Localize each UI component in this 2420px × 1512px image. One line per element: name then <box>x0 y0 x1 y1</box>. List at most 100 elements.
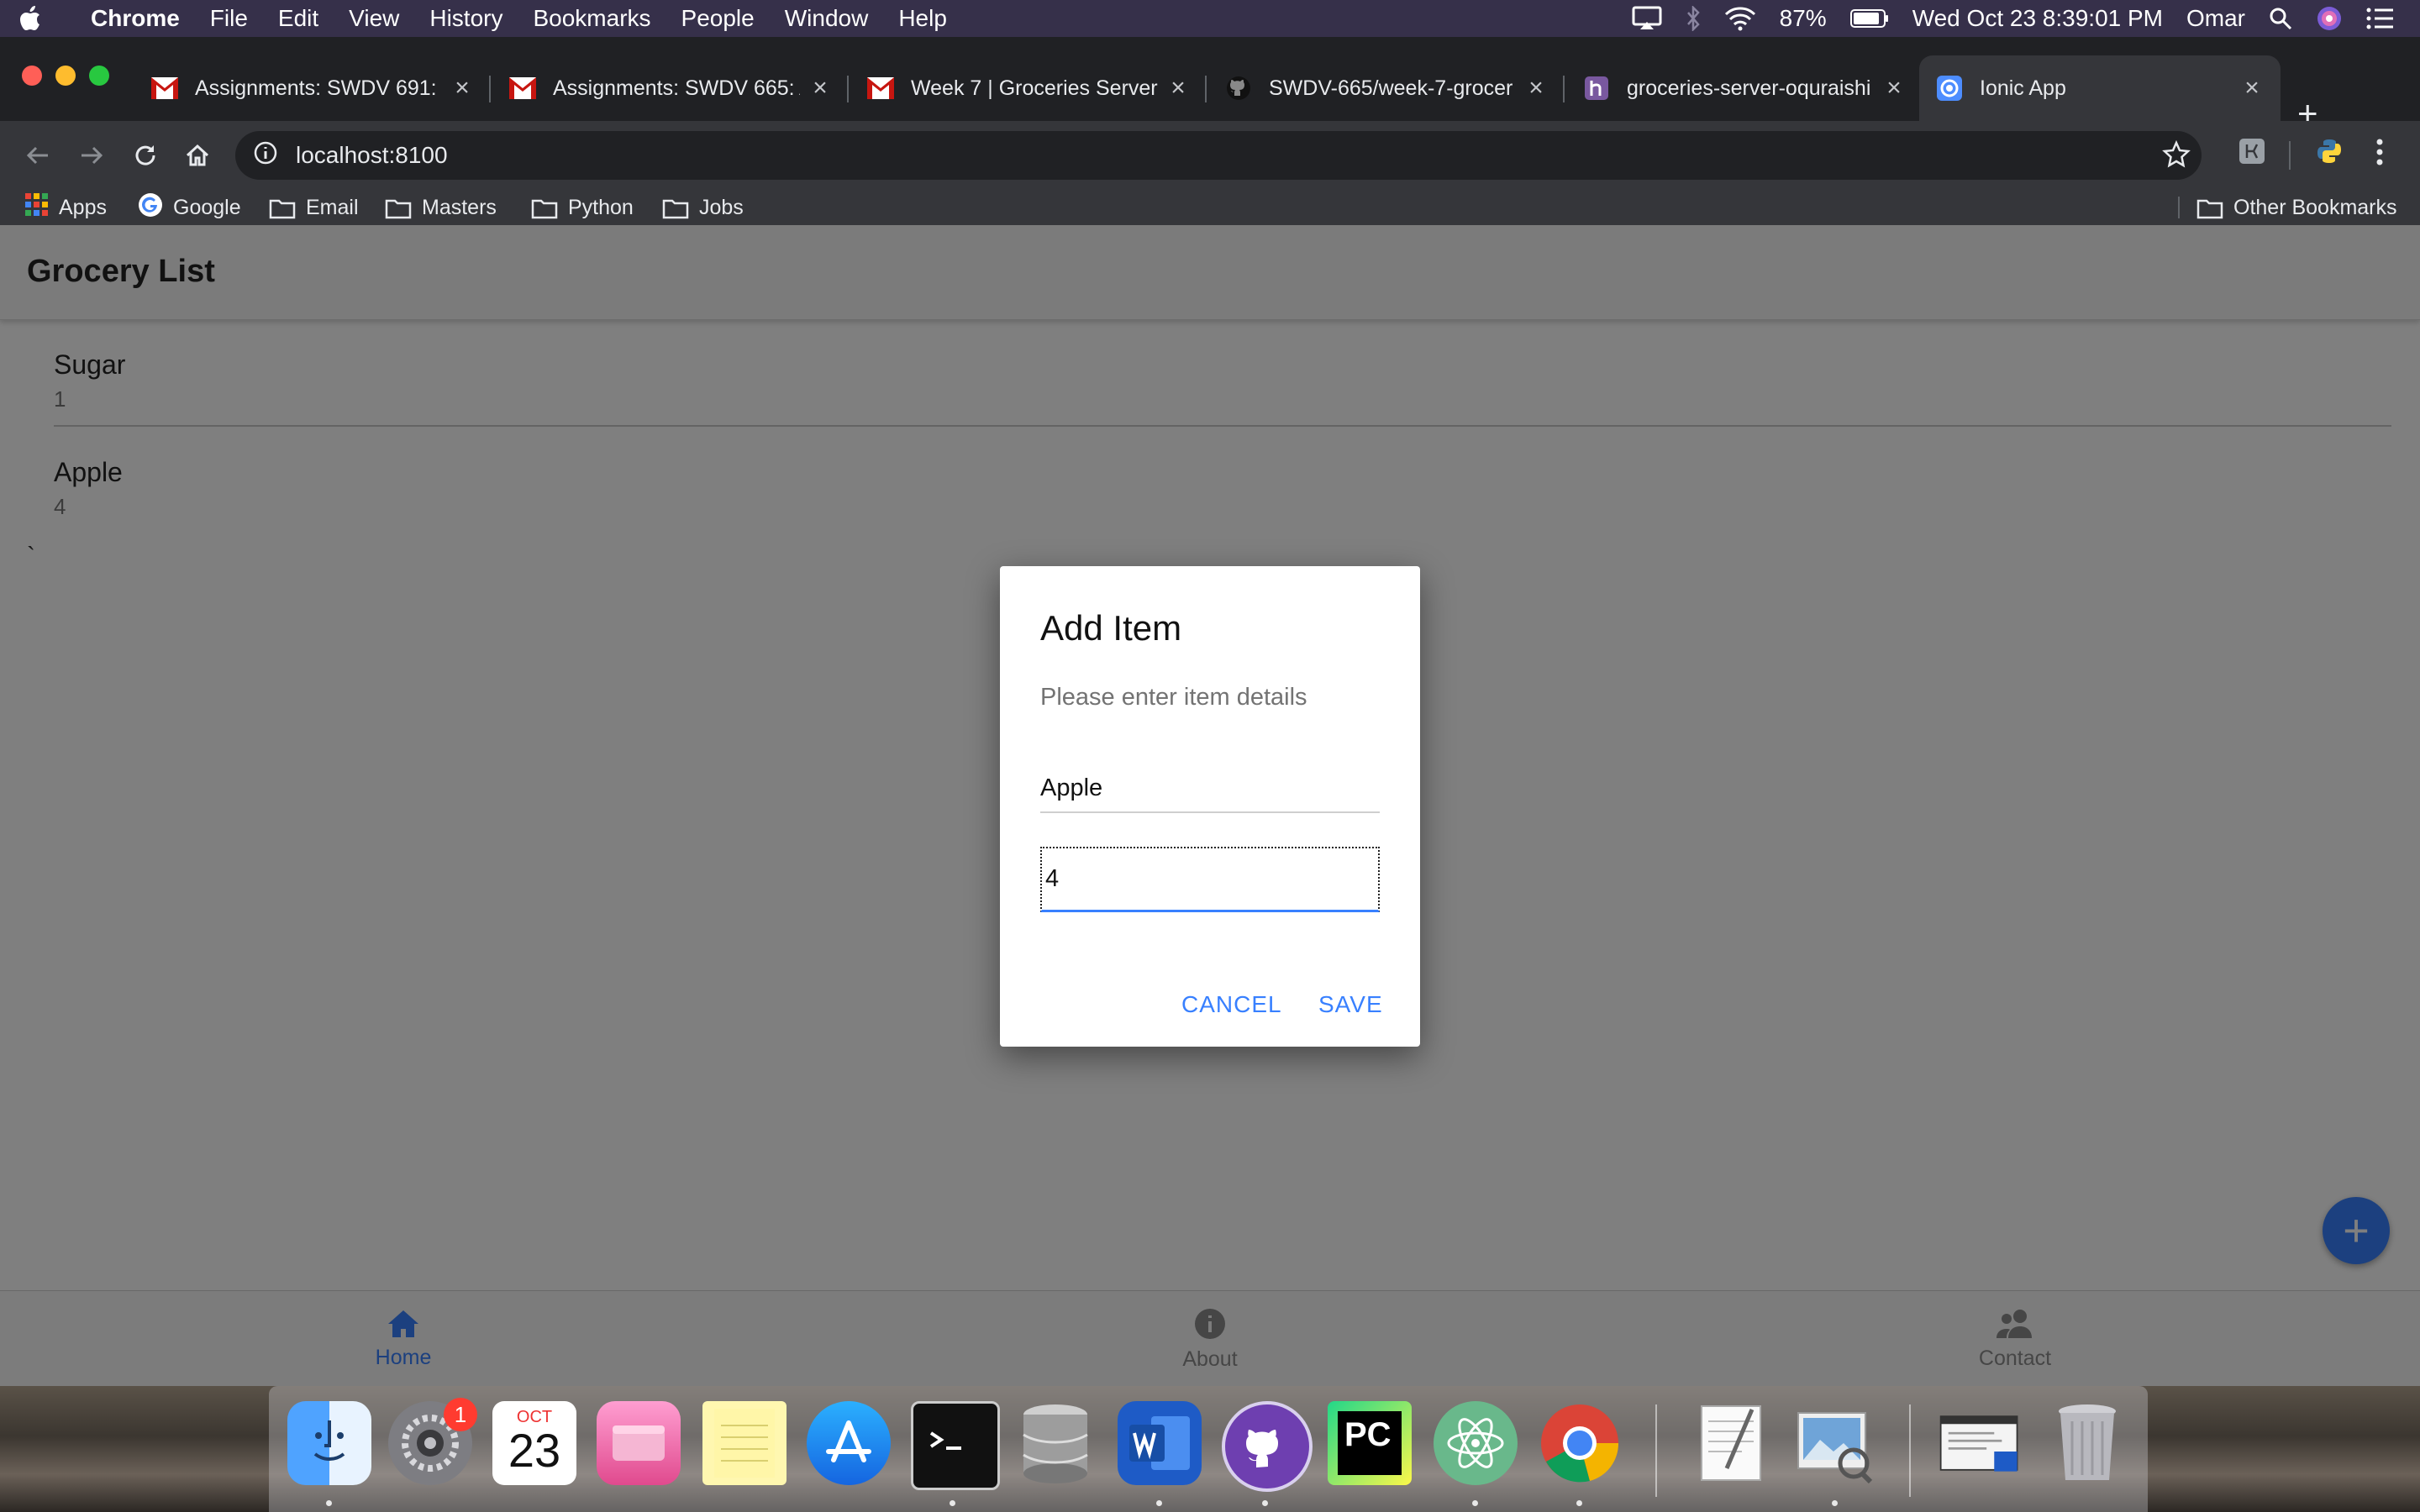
close-tab-icon[interactable]: × <box>808 74 832 102</box>
textedit-icon[interactable] <box>1689 1401 1773 1485</box>
bookmark-other-bookmarks[interactable]: Other Bookmarks <box>2196 190 2397 225</box>
bookmark-jobs[interactable]: Jobs <box>662 190 744 225</box>
bookmark-label: Email <box>306 195 359 219</box>
battery-icon[interactable] <box>1849 8 1889 29</box>
github-icon <box>1225 75 1252 102</box>
close-window-button[interactable] <box>22 66 42 86</box>
site-info-icon[interactable] <box>254 141 277 171</box>
bookmark-google[interactable]: Google <box>138 190 241 225</box>
bookmark-email[interactable]: Email <box>269 190 359 225</box>
menu-bookmarks[interactable]: Bookmarks <box>533 5 650 32</box>
tab-title: Assignments: SWDV 691: S <box>195 76 442 100</box>
bookmark-label: Google <box>173 195 241 219</box>
bookmark-apps[interactable]: Apps <box>25 190 107 225</box>
home-icon[interactable] <box>180 138 215 173</box>
apple-menu-icon[interactable] <box>0 4 59 33</box>
menu-edit[interactable]: Edit <box>278 5 318 32</box>
trash-icon[interactable] <box>2045 1401 2129 1485</box>
close-tab-icon[interactable]: × <box>1882 74 1906 102</box>
running-indicator <box>1832 1500 1838 1506</box>
item-name-input[interactable] <box>1040 764 1380 813</box>
back-arrow-icon[interactable] <box>20 138 55 173</box>
bookmark-label: Jobs <box>699 195 744 219</box>
alert-message: Please enter item details <box>1040 684 1307 711</box>
tab-ionic-app[interactable]: Ionic App × <box>1919 55 2281 121</box>
close-tab-icon[interactable]: × <box>1166 74 1190 102</box>
bookmark-star-icon[interactable] <box>2161 139 2191 176</box>
word-document-icon[interactable] <box>1938 1401 2022 1485</box>
finder-icon[interactable] <box>287 1401 371 1485</box>
siri-icon[interactable] <box>2316 5 2343 32</box>
item-quantity-input[interactable] <box>1040 847 1380 912</box>
extension-icon[interactable] <box>2238 138 2265 169</box>
tab-heroku[interactable]: groceries-server-oquraishi × <box>1566 55 1923 121</box>
close-tab-icon[interactable]: × <box>2240 74 2264 102</box>
bookmark-python[interactable]: Python <box>531 190 634 225</box>
spotlight-search-icon[interactable] <box>2269 7 2292 30</box>
tab-strip: Assignments: SWDV 691: S × Assignments: … <box>0 37 2420 131</box>
forward-arrow-icon[interactable] <box>74 138 109 173</box>
gmail-icon <box>509 75 536 102</box>
folder-icon <box>2196 197 2223 219</box>
calendar-day: 23 <box>508 1423 561 1477</box>
airplay-icon[interactable] <box>1632 6 1662 31</box>
close-tab-icon[interactable]: × <box>450 74 474 102</box>
menu-help[interactable]: Help <box>898 5 947 32</box>
running-indicator <box>1472 1500 1478 1506</box>
zoom-window-button[interactable] <box>89 66 109 86</box>
minimize-window-button[interactable] <box>55 66 76 86</box>
chrome-menu-icon[interactable] <box>2375 138 2385 171</box>
terminal-icon[interactable] <box>911 1401 1000 1490</box>
cancel-button[interactable]: CANCEL <box>1181 991 1282 1018</box>
apps-grid-icon <box>25 192 49 223</box>
pycharm-icon[interactable]: PC <box>1328 1401 1412 1485</box>
cleanmymac-icon[interactable] <box>597 1401 681 1485</box>
address-bar[interactable]: localhost:8100 <box>235 131 2202 180</box>
menu-file[interactable]: File <box>210 5 248 32</box>
bookmark-label: Masters <box>422 195 497 219</box>
menu-window[interactable]: Window <box>785 5 869 32</box>
reload-icon[interactable] <box>128 138 163 173</box>
gmail-icon <box>867 75 894 102</box>
calendar-icon[interactable]: OCT 23 <box>492 1401 576 1485</box>
database-icon[interactable] <box>1013 1401 1097 1485</box>
bookmark-masters[interactable]: Masters <box>385 190 497 225</box>
tab-assignments-665[interactable]: Assignments: SWDV 665: A × <box>492 55 849 121</box>
dock-divider <box>1655 1404 1657 1497</box>
word-icon[interactable] <box>1118 1401 1202 1485</box>
user-name[interactable]: Omar <box>2186 5 2245 32</box>
menu-history[interactable]: History <box>429 5 502 32</box>
preview-icon[interactable] <box>1793 1401 1877 1485</box>
menu-app-chrome[interactable]: Chrome <box>91 5 180 32</box>
ionic-icon <box>1936 75 1963 102</box>
tab-week7[interactable]: Week 7 | Groceries Server c × <box>850 55 1207 121</box>
python-extension-icon[interactable] <box>2316 138 2343 169</box>
menu-view[interactable]: View <box>349 5 399 32</box>
heroku-icon <box>1583 75 1610 102</box>
github-desktop-icon[interactable] <box>1222 1401 1313 1492</box>
bookmark-label: Apps <box>59 195 107 219</box>
close-tab-icon[interactable]: × <box>1524 74 1548 102</box>
wifi-icon[interactable] <box>1724 6 1756 31</box>
folder-icon <box>662 197 689 219</box>
tab-title: Ionic App <box>1980 76 2066 100</box>
tab-title: SWDV-665/week-7-grocer <box>1269 76 1513 100</box>
tab-assignments-691[interactable]: Assignments: SWDV 691: S × <box>134 55 491 121</box>
notes-icon[interactable] <box>702 1401 786 1485</box>
page-viewport: Grocery List Sugar 1 Apple 4 ` + Home Ab… <box>0 225 2420 1386</box>
bookmark-label: Python <box>568 195 634 219</box>
bookmarks-divider <box>2178 197 2180 218</box>
notification-center-icon[interactable] <box>2366 8 2395 29</box>
save-button[interactable]: SAVE <box>1318 991 1383 1018</box>
bluetooth-icon[interactable] <box>1686 6 1701 31</box>
chrome-icon[interactable] <box>1538 1401 1622 1485</box>
tab-title: Week 7 | Groceries Server c <box>911 76 1158 100</box>
notification-badge: 1 <box>444 1398 477 1431</box>
atom-icon[interactable] <box>1434 1401 1518 1485</box>
app-store-icon[interactable] <box>807 1401 891 1485</box>
clock[interactable]: Wed Oct 23 8:39:01 PM <box>1912 5 2163 32</box>
tab-github-repo[interactable]: SWDV-665/week-7-grocer × <box>1208 55 1565 121</box>
toolbar-divider <box>2289 141 2291 170</box>
menu-people[interactable]: People <box>681 5 755 32</box>
window-controls <box>22 66 109 86</box>
